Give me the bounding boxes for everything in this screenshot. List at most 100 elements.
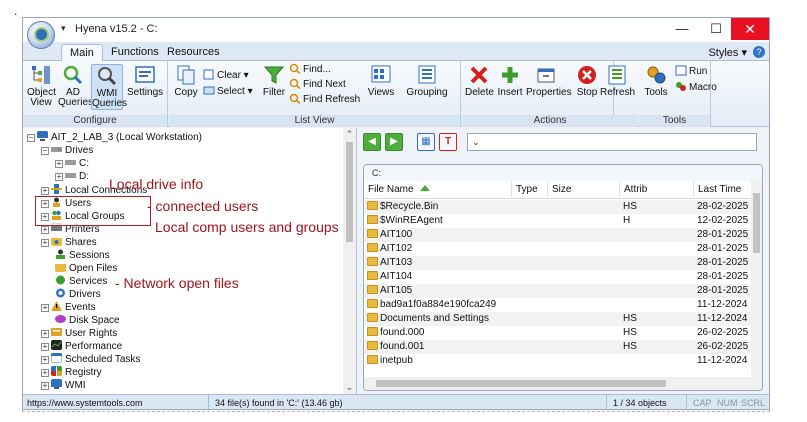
list-vscroll-thumb[interactable]	[753, 193, 760, 253]
tree-item-disk-space[interactable]: Disk Space	[55, 314, 120, 327]
tree-item-drive-d[interactable]: + D:	[55, 170, 89, 183]
scroll-up-arrow-icon[interactable]: ⌃	[343, 129, 356, 140]
expand-icon[interactable]: +	[41, 343, 49, 351]
properties-button[interactable]: Properties	[526, 64, 572, 98]
tree-scrollbar[interactable]: ⌃ ⌄	[343, 128, 356, 394]
tree-item-drivers[interactable]: Drivers	[55, 288, 101, 301]
expand-icon[interactable]: +	[41, 187, 49, 195]
list-hscroll-thumb[interactable]	[376, 380, 666, 387]
expand-icon[interactable]: +	[41, 369, 49, 377]
filter-button[interactable]: Filter	[261, 64, 287, 98]
maximize-button[interactable]: ☐	[699, 18, 733, 40]
find-button[interactable]: Find...	[289, 63, 331, 77]
insert-button[interactable]: Insert	[497, 64, 523, 98]
grid-view-icon[interactable]: ▦	[417, 133, 435, 151]
find-next-button[interactable]: Find Next	[289, 78, 346, 92]
tree-label: Disk Space	[69, 315, 120, 326]
table-row[interactable]: found.000 HS 26-02-2025	[364, 326, 752, 340]
table-row[interactable]: $Recycle.Bin HS 28-02-2025	[364, 200, 752, 214]
list-horizontal-scrollbar[interactable]	[364, 377, 762, 390]
tree-item-open-files[interactable]: Open Files	[55, 262, 117, 275]
ad-queries-button[interactable]: AD Queries	[58, 64, 93, 108]
status-objects: 1 / 34 objects	[609, 395, 687, 409]
path-combo[interactable]: ⌄	[467, 133, 757, 151]
column-size[interactable]: Size	[548, 181, 620, 199]
quick-access-dropdown[interactable]: ▾	[61, 23, 66, 34]
tools-button[interactable]: Tools	[643, 64, 669, 98]
expand-icon[interactable]: +	[41, 330, 49, 338]
expand-icon[interactable]: +	[41, 382, 49, 390]
wmi-queries-icon	[98, 67, 117, 86]
text-view-icon[interactable]: T	[439, 133, 457, 151]
select-button[interactable]: Select ▾	[203, 85, 253, 99]
tree-item-registry[interactable]: + Registry	[41, 366, 102, 379]
tree-scroll-thumb[interactable]	[346, 142, 353, 242]
expand-icon[interactable]: +	[41, 356, 49, 364]
tree-item-sessions[interactable]: Sessions	[55, 249, 110, 262]
macro-icon	[676, 82, 686, 91]
table-row[interactable]: AIT105 28-01-2025	[364, 284, 752, 298]
expand-icon[interactable]: +	[41, 239, 49, 247]
tree-item-events[interactable]: + Events	[41, 301, 96, 314]
tree-item-drives[interactable]: − Drives	[41, 144, 93, 157]
tree-item-drive-c[interactable]: + C:	[55, 157, 89, 170]
table-row[interactable]: AIT102 28-01-2025	[364, 242, 752, 256]
collapse-icon[interactable]: −	[41, 147, 49, 155]
table-row[interactable]: Documents and Settings HS 11-12-2024	[364, 312, 752, 326]
cell-last-time: 12-02-2025	[697, 215, 749, 226]
chevron-down-icon[interactable]: ⌄	[472, 137, 480, 147]
tree-item-shares[interactable]: + Shares	[41, 236, 97, 249]
find-refresh-button[interactable]: Find Refresh	[289, 93, 360, 107]
tab-main[interactable]: Main	[61, 44, 103, 61]
table-row[interactable]: AIT104 28-01-2025	[364, 270, 752, 284]
settings-button[interactable]: Settings	[127, 64, 163, 98]
list-vertical-scrollbar[interactable]	[751, 181, 762, 378]
column-file-name[interactable]: File Name	[364, 181, 512, 199]
tree-item-services[interactable]: Services	[55, 275, 107, 288]
table-row[interactable]: found.001 HS 26-02-2025	[364, 340, 752, 354]
stop-button[interactable]: Stop	[576, 64, 598, 98]
tree-item-user-rights[interactable]: + User Rights	[41, 327, 117, 340]
grouping-button[interactable]: Grouping	[403, 64, 451, 98]
minimize-button[interactable]: —	[665, 18, 699, 40]
help-icon[interactable]: ?	[753, 46, 765, 58]
table-row[interactable]: AIT100 28-01-2025	[364, 228, 752, 242]
column-last-time[interactable]: Last Time	[694, 181, 752, 199]
macro-button[interactable]: Macro	[675, 81, 717, 95]
column-attrib[interactable]: Attrib	[620, 181, 694, 199]
cell-attrib: H	[623, 215, 631, 226]
object-view-button[interactable]: Object View	[27, 64, 56, 108]
styles-menu[interactable]: Styles ▾	[708, 46, 747, 59]
table-row[interactable]: AIT103 28-01-2025	[364, 256, 752, 270]
scroll-down-arrow-icon[interactable]: ⌄	[343, 382, 356, 393]
clear-button[interactable]: Clear ▾	[203, 69, 249, 83]
table-row[interactable]: bad9a1f0a884e190fca249 11-12-2024	[364, 298, 752, 312]
run-button[interactable]: Run	[675, 65, 707, 79]
app-menu-orb[interactable]	[27, 21, 55, 49]
cell-attrib	[620, 242, 694, 256]
close-button[interactable]: ✕	[731, 18, 769, 40]
column-type[interactable]: Type	[512, 181, 548, 199]
table-row[interactable]: $WinREAgent H 12-02-2025	[364, 214, 752, 228]
wmi-queries-button[interactable]: WMI Queries	[91, 64, 127, 110]
tree-item-wmi[interactable]: + WMI	[41, 379, 86, 392]
tree-item-performance[interactable]: + Performance	[41, 340, 122, 353]
delete-button[interactable]: Delete	[465, 64, 494, 98]
collapse-icon[interactable]: −	[27, 134, 35, 142]
table-row[interactable]: inetpub 11-12-2024	[364, 354, 752, 368]
tree-root[interactable]: − AIT_2_LAB_3 (Local Workstation)	[27, 131, 202, 144]
tab-functions[interactable]: Functions	[103, 44, 167, 61]
back-arrow-icon[interactable]: ◀	[363, 133, 381, 151]
select-label: Select ▾	[217, 86, 253, 97]
expand-icon[interactable]: +	[41, 304, 49, 312]
tree-item-scheduled-tasks[interactable]: + Scheduled Tasks	[41, 353, 140, 366]
refresh-button[interactable]: Refresh	[600, 64, 635, 98]
views-button[interactable]: Views	[367, 64, 395, 98]
expand-icon[interactable]: +	[41, 226, 49, 234]
find-refresh-label: Find Refresh	[303, 94, 361, 105]
tab-resources[interactable]: Resources	[159, 44, 228, 61]
expand-icon[interactable]: +	[55, 173, 63, 181]
expand-icon[interactable]: +	[55, 160, 63, 168]
forward-arrow-icon[interactable]: ▶	[385, 133, 403, 151]
copy-button[interactable]: Copy	[173, 64, 199, 98]
